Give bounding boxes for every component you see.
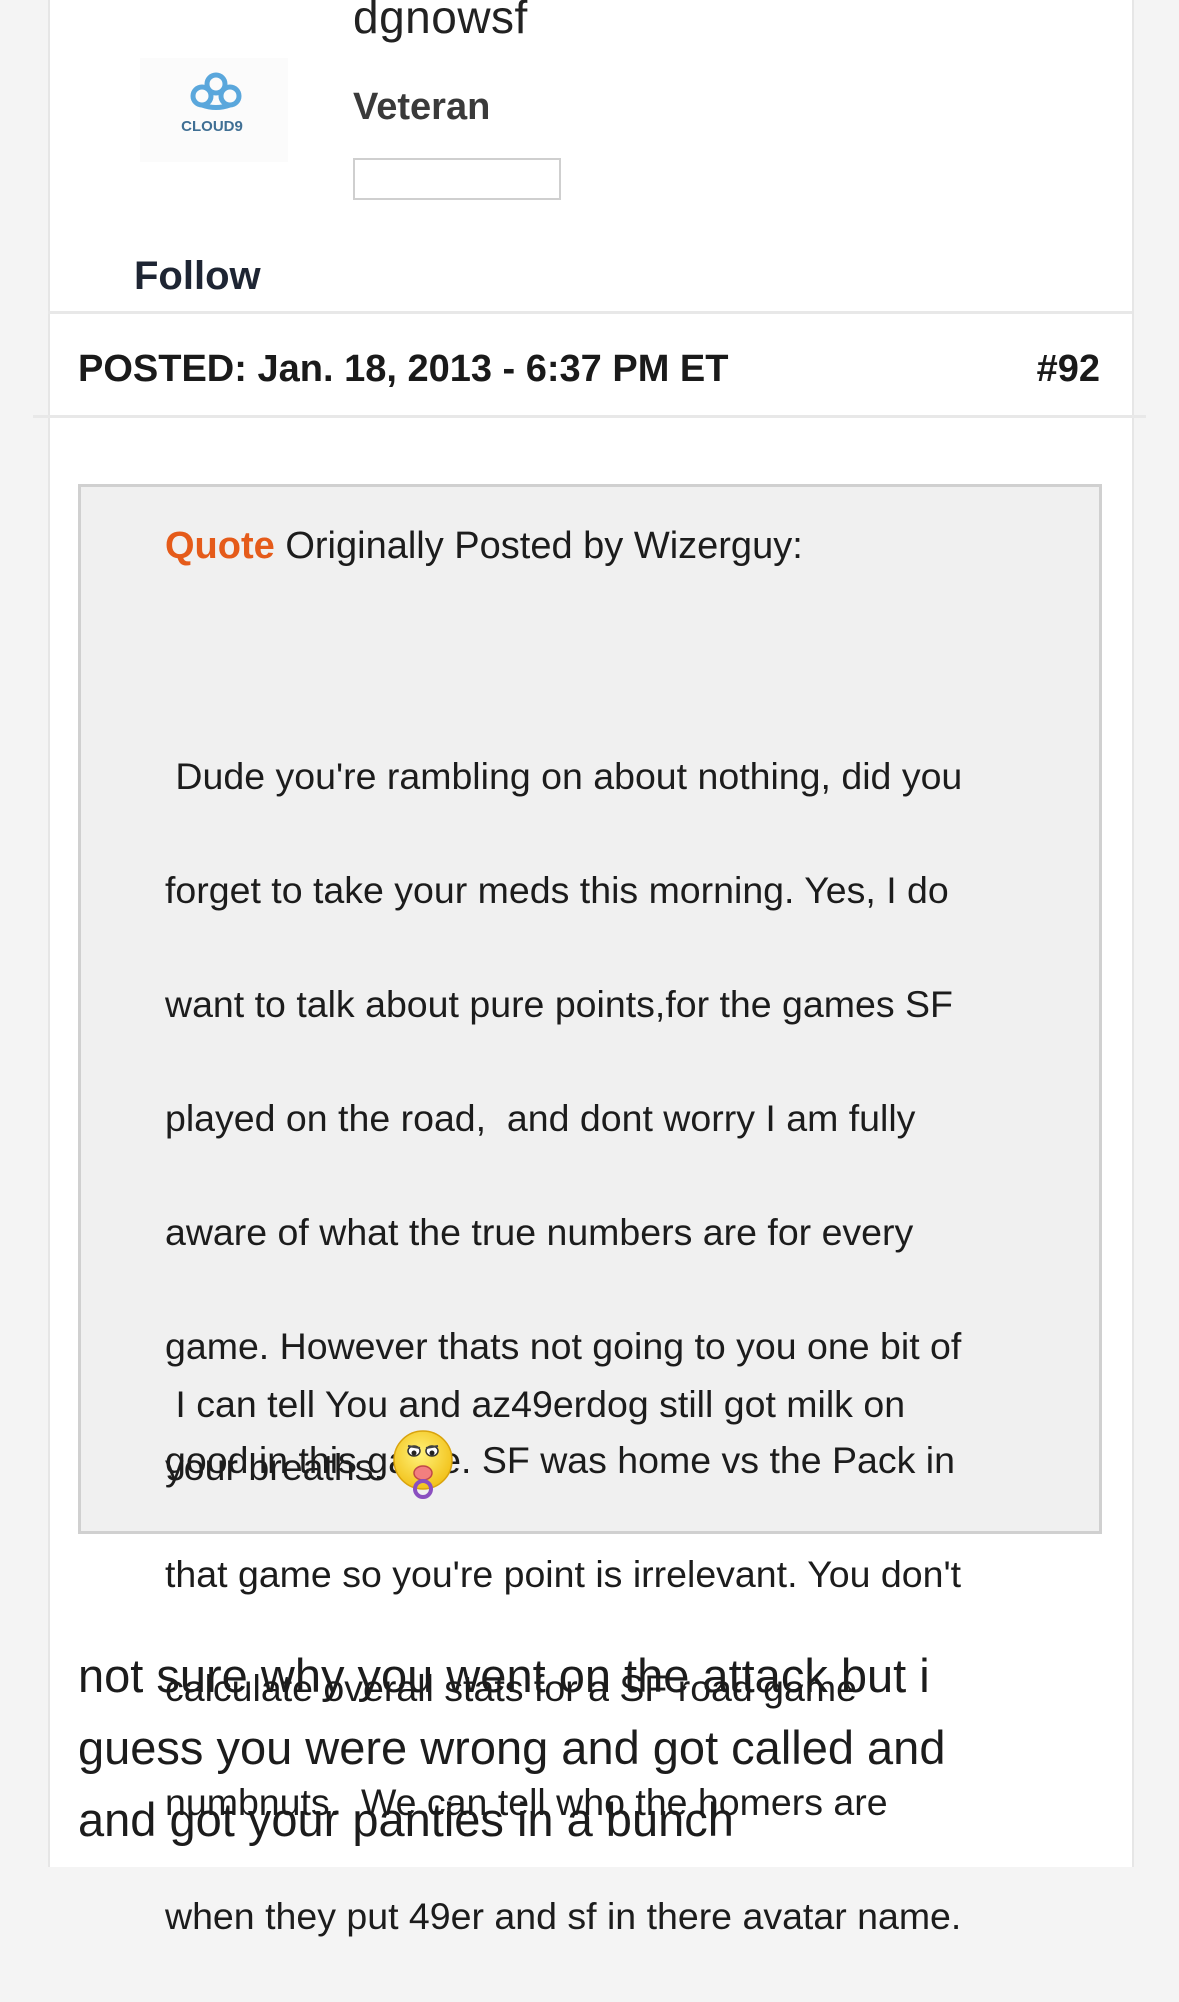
- author-username[interactable]: dgnowsf: [353, 0, 528, 44]
- quote-second-paragraph: I can tell You and az49erdog still got m…: [165, 1375, 1095, 1507]
- avatar[interactable]: CLOUD9: [140, 58, 288, 162]
- posted-date: Jan. 18, 2013 - 6:37 PM ET: [257, 348, 729, 390]
- reply-body: not sure why you went on the attack but …: [78, 1640, 1088, 1856]
- quote-line: aware of what the true numbers are for e…: [165, 1211, 914, 1253]
- post-number-link[interactable]: #92: [1037, 348, 1100, 391]
- quote-line: game. However thats not going to you one…: [165, 1325, 962, 1367]
- quote-header: Quote Originally Posted by Wizerguy:: [165, 525, 803, 568]
- pacifier-smiley-icon: [392, 1429, 454, 1503]
- quote-line: forget to take your meds this morning. Y…: [165, 869, 949, 911]
- quote-attribution: Originally Posted by Wizerguy:: [285, 525, 803, 567]
- divider: [48, 311, 1132, 314]
- reply-line: and got your panties in a bunch: [78, 1793, 734, 1846]
- pacifier-smiley-svg: [393, 1430, 453, 1499]
- quote-line: I can tell You and az49erdog still got m…: [165, 1383, 906, 1425]
- quote-line: when they put 49er and sf in there avata…: [165, 1895, 962, 1937]
- follow-button[interactable]: Follow: [134, 254, 261, 299]
- divider: [33, 415, 1146, 418]
- quote-line: that game so you're point is irrelevant.…: [165, 1553, 962, 1595]
- quote-line: played on the road, and dont worry I am …: [165, 1097, 916, 1139]
- quote-line: your breaths.: [165, 1445, 384, 1488]
- avatar-logo-text: CLOUD9: [181, 118, 243, 135]
- cloud9-logo-icon: CLOUD9: [181, 72, 243, 135]
- quote-line: Dude you're rambling on about nothing, d…: [165, 755, 963, 797]
- reputation-bar: [353, 158, 561, 200]
- reply-line: guess you were wrong and got called and: [78, 1721, 946, 1774]
- quote-line: want to talk about pure points,for the g…: [165, 983, 953, 1025]
- posted-label: POSTED:: [78, 348, 247, 390]
- quote-block: Quote Originally Posted by Wizerguy: Dud…: [78, 484, 1102, 1937]
- author-rank: Veteran: [353, 86, 491, 128]
- reply-line: not sure why you went on the attack but …: [78, 1649, 930, 1702]
- post-timestamp: POSTED: Jan. 18, 2013 - 6:37 PM ET: [78, 348, 728, 391]
- quote-label: Quote: [165, 525, 275, 567]
